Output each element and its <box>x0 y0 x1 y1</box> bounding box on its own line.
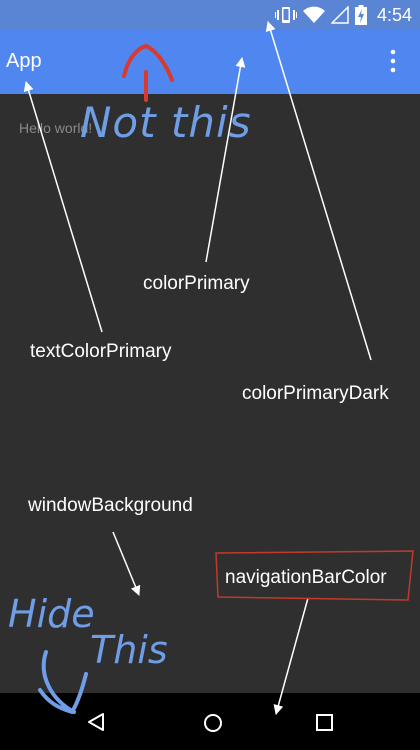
red-up-arrow-icon <box>122 44 174 102</box>
arrow-window-background <box>112 531 141 596</box>
blue-down-arrow-icon <box>38 650 88 714</box>
hide-annotation: Hide <box>8 592 95 636</box>
window-background-label: windowBackground <box>28 495 193 516</box>
color-primary-label: colorPrimary <box>143 273 250 294</box>
this-annotation: This <box>90 628 168 672</box>
arrow-color-primary <box>205 57 246 263</box>
text-color-primary-label: textColorPrimary <box>30 341 172 362</box>
arrow-navigation-bar-color <box>273 597 309 715</box>
not-this-annotation: Not this <box>80 98 252 147</box>
arrow-color-primary-dark <box>265 21 372 361</box>
navigation-bar-color-label: navigationBarColor <box>225 567 387 588</box>
color-primary-dark-label: colorPrimaryDark <box>242 383 389 404</box>
